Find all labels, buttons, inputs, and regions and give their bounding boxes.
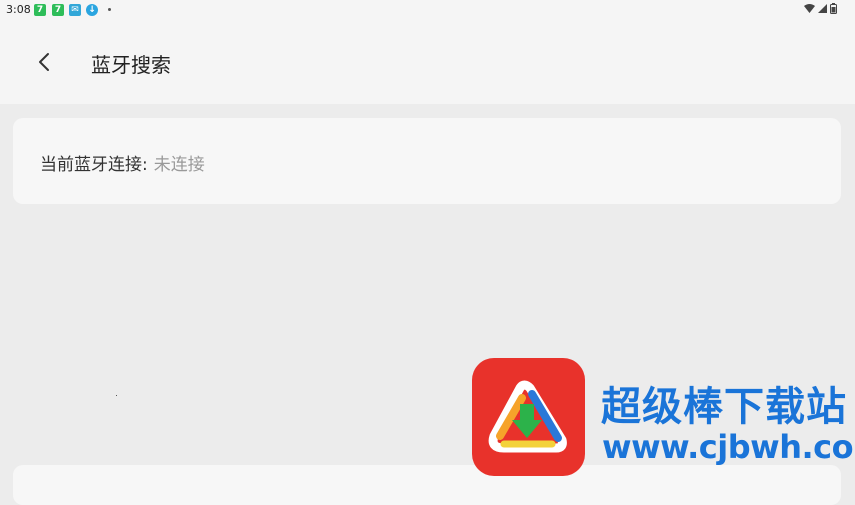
status-time: 3:08 bbox=[6, 3, 31, 16]
connection-card: 当前蓝牙连接: 未连接 bbox=[13, 118, 841, 204]
battery-icon bbox=[830, 3, 837, 14]
app-bar: 蓝牙搜索 bbox=[0, 20, 855, 104]
watermark-url: www.cjbwh.com bbox=[602, 428, 855, 466]
more-notifications-dot bbox=[108, 8, 111, 11]
stray-dot bbox=[116, 395, 117, 396]
connection-row: 当前蓝牙连接: 未连接 bbox=[40, 150, 205, 175]
connection-status: 未连接 bbox=[153, 155, 205, 175]
wifi-icon bbox=[804, 4, 815, 13]
seven-app-icon: 7 bbox=[52, 4, 64, 16]
seven-app-icon: 7 bbox=[34, 4, 46, 16]
page-title: 蓝牙搜索 bbox=[91, 53, 171, 77]
system-icons bbox=[804, 3, 837, 14]
connection-label: 当前蓝牙连接: bbox=[40, 155, 148, 175]
back-button[interactable] bbox=[24, 42, 64, 82]
download-icon: ↓ bbox=[86, 4, 98, 16]
signal-icon bbox=[818, 4, 827, 13]
chat-app-icon: ✉ bbox=[69, 4, 81, 16]
chevron-left-icon bbox=[39, 53, 49, 71]
bottom-card bbox=[13, 465, 841, 505]
watermark-logo bbox=[472, 358, 585, 476]
status-bar: 3:08 7 7 ✉ ↓ bbox=[0, 0, 855, 20]
watermark-brand: 超级棒下载站 bbox=[601, 384, 847, 430]
